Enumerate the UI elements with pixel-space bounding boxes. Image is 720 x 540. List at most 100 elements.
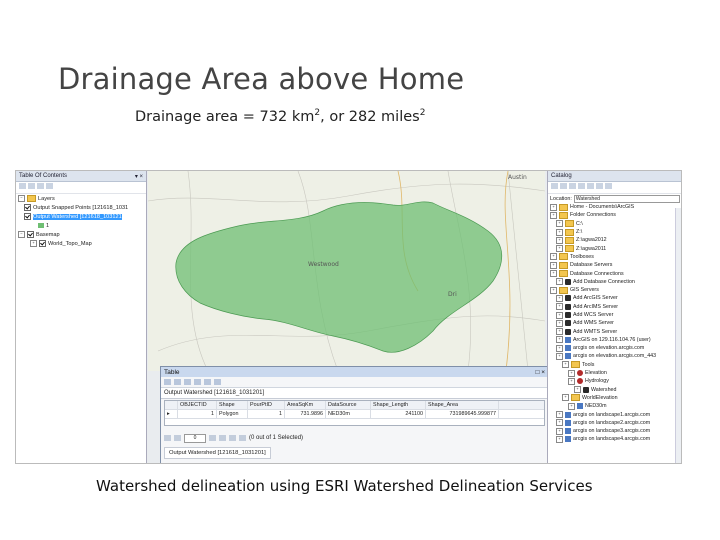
table-options-icon[interactable]	[164, 379, 171, 385]
expand-icon[interactable]: +	[556, 328, 563, 336]
layer-visibility-checkbox[interactable]	[39, 240, 46, 247]
expand-icon[interactable]: +	[550, 286, 557, 294]
list-by-source-icon[interactable]	[28, 183, 35, 189]
column-header[interactable]: PourPtID	[248, 401, 285, 409]
expand-icon[interactable]: +	[568, 377, 575, 385]
up-one-level-icon[interactable]	[569, 183, 576, 189]
expand-icon[interactable]: +	[562, 361, 569, 369]
catalog-item[interactable]: + GIS Servers	[548, 286, 681, 294]
expand-icon[interactable]: +	[556, 311, 563, 319]
catalog-item[interactable]: + Watershed	[548, 386, 681, 394]
column-header[interactable]: Shape	[217, 401, 248, 409]
expand-icon[interactable]: +	[556, 220, 563, 228]
toc-pin-close[interactable]: ▾ ×	[135, 173, 143, 180]
forward-icon[interactable]	[560, 183, 567, 189]
catalog-item[interactable]: + arcgis on elevation.arcgis.com	[548, 344, 681, 352]
list-by-drawing-order-icon[interactable]	[19, 183, 26, 189]
select-by-attributes-icon[interactable]	[184, 379, 191, 385]
column-header[interactable]: Shape_Length	[371, 401, 426, 409]
layer-visibility-checkbox[interactable]	[27, 231, 34, 238]
show-all-records-icon[interactable]	[229, 435, 236, 441]
clear-selection-icon[interactable]	[204, 379, 211, 385]
toc-item-output-watershed[interactable]: Output Watershed [121618_103121	[16, 212, 146, 221]
expand-icon[interactable]: +	[30, 240, 37, 247]
row-selector-icon[interactable]: ▸	[165, 410, 178, 418]
catalog-item[interactable]: + Home - Documents\ArcGIS	[548, 203, 681, 211]
catalog-item[interactable]: + arcgis on landscape3.arcgis.com	[548, 427, 681, 435]
column-header[interactable]: Shape_Area	[426, 401, 499, 409]
toc-layers-group[interactable]: − Layers	[16, 194, 146, 203]
catalog-item[interactable]: + Database Servers	[548, 261, 681, 269]
catalog-item[interactable]: + Toolboxes	[548, 253, 681, 261]
expand-icon[interactable]: +	[556, 411, 563, 419]
catalog-item[interactable]: + Add WMTS Server	[548, 327, 681, 336]
catalog-item[interactable]: + Z:\agwa2011	[548, 244, 681, 253]
toc-item-world-topo[interactable]: + World_Topo_Map	[16, 239, 146, 248]
delete-selected-icon[interactable]	[214, 379, 221, 385]
previous-record-icon[interactable]	[174, 435, 181, 441]
table-row[interactable]: ▸ 1 Polygon 1 731.9896 NED30m 241100 731…	[165, 410, 544, 419]
catalog-item[interactable]: + Z:\	[548, 228, 681, 236]
column-header[interactable]: OBJECTID	[178, 401, 217, 409]
table-layer-tab[interactable]: Output Watershed [121618_1031201]	[164, 447, 271, 459]
expand-icon[interactable]: +	[556, 319, 563, 327]
expand-icon[interactable]: +	[568, 402, 575, 410]
toggle-contents-icon[interactable]	[596, 183, 603, 189]
expand-icon[interactable]: +	[568, 369, 575, 377]
catalog-item[interactable]: + Add WCS Server	[548, 311, 681, 319]
catalog-item[interactable]: + Tools	[548, 361, 681, 369]
collapse-icon[interactable]: −	[18, 195, 25, 202]
expand-icon[interactable]: +	[556, 427, 563, 435]
expand-icon[interactable]: +	[556, 435, 563, 443]
catalog-item[interactable]: + WorldElevation	[548, 394, 681, 402]
catalog-item[interactable]: + Database Connections	[548, 269, 681, 278]
expand-icon[interactable]: +	[550, 261, 557, 269]
layer-visibility-checkbox[interactable]	[24, 213, 31, 220]
column-header[interactable]: DataSource	[326, 401, 371, 409]
catalog-scrollbar[interactable]	[675, 208, 681, 463]
catalog-item[interactable]: + Elevation	[548, 369, 681, 377]
layer-visibility-checkbox[interactable]	[24, 204, 31, 211]
toc-item-snapped-points[interactable]: Output Snapped Points [121618_1031	[16, 203, 146, 212]
next-record-icon[interactable]	[209, 435, 216, 441]
catalog-item[interactable]: + NED30m	[548, 402, 681, 410]
catalog-item[interactable]: + Add ArcIMS Server	[548, 303, 681, 311]
list-by-selection-icon[interactable]	[46, 183, 53, 189]
last-record-icon[interactable]	[219, 435, 226, 441]
catalog-item[interactable]: + Folder Connections	[548, 211, 681, 219]
expand-icon[interactable]: +	[550, 211, 557, 219]
expand-icon[interactable]: +	[556, 419, 563, 427]
catalog-item[interactable]: + Z:\agwa2012	[548, 236, 681, 244]
back-icon[interactable]	[551, 183, 558, 189]
expand-icon[interactable]: +	[556, 303, 563, 311]
map-view[interactable]: Austin Westwood Dri	[148, 171, 545, 371]
catalog-item[interactable]: + C:\	[548, 220, 681, 228]
catalog-item[interactable]: + arcgis on landscape1.arcgis.com	[548, 410, 681, 419]
table-titlebar[interactable]: Table □ ×	[161, 367, 548, 377]
related-tables-icon[interactable]	[174, 379, 181, 385]
catalog-item[interactable]: + arcgis on landscape4.arcgis.com	[548, 435, 681, 443]
expand-icon[interactable]: +	[562, 394, 569, 402]
connect-folder-icon[interactable]	[587, 183, 594, 189]
collapse-icon[interactable]: −	[18, 231, 25, 238]
list-by-visibility-icon[interactable]	[37, 183, 44, 189]
catalog-item[interactable]: + arcgis on elevation.arcgis.com_443	[548, 352, 681, 360]
expand-icon[interactable]: +	[556, 294, 563, 302]
attribute-table-window[interactable]: Table □ × Output Watershed [121618_10312…	[160, 366, 549, 463]
catalog-item[interactable]: + Add ArcGIS Server	[548, 294, 681, 302]
show-selected-records-icon[interactable]	[239, 435, 246, 441]
catalog-item[interactable]: + arcgis on landscape2.arcgis.com	[548, 419, 681, 427]
expand-icon[interactable]: +	[556, 236, 563, 244]
toc-item-basemap[interactable]: − Basemap	[16, 230, 146, 239]
home-icon[interactable]	[578, 183, 585, 189]
expand-icon[interactable]: +	[550, 203, 557, 211]
expand-icon[interactable]: +	[556, 228, 563, 236]
catalog-options-icon[interactable]	[605, 183, 612, 189]
expand-icon[interactable]: +	[550, 270, 557, 278]
column-header[interactable]: AreaSqKm	[285, 401, 326, 409]
switch-selection-icon[interactable]	[194, 379, 201, 385]
expand-icon[interactable]: +	[556, 278, 563, 286]
catalog-item[interactable]: + ArcGIS on 129.116.104.76 (user)	[548, 336, 681, 344]
expand-icon[interactable]: +	[556, 336, 563, 344]
record-number-input[interactable]: 0	[184, 433, 206, 443]
